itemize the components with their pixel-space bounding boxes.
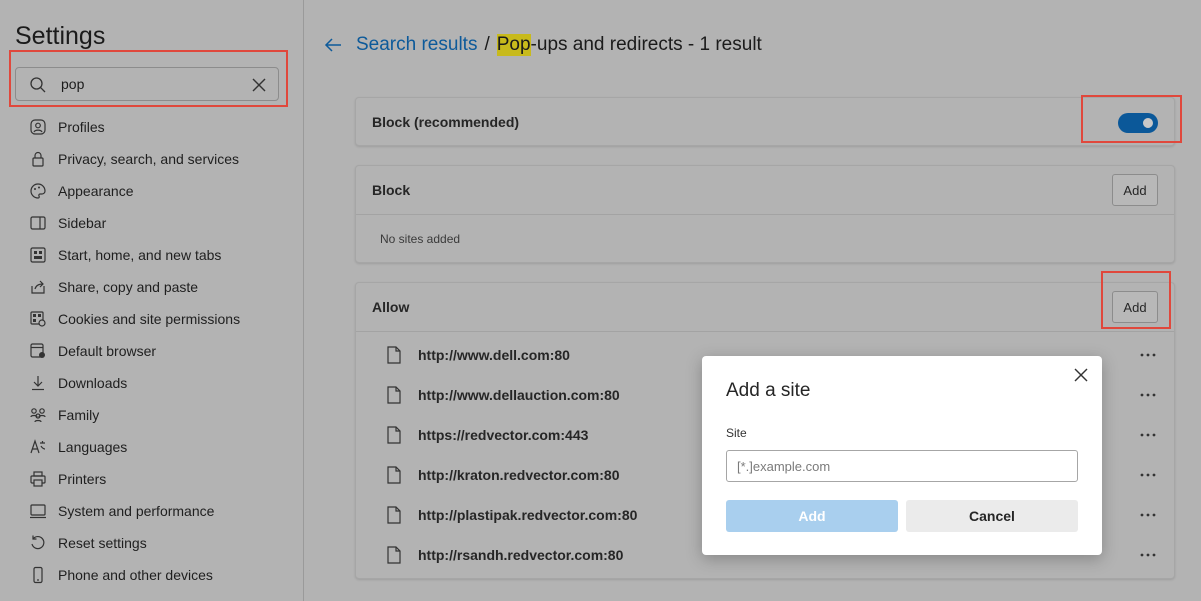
languages-icon	[29, 438, 47, 456]
block-section-title: Block	[372, 182, 411, 198]
sidebar-item-label: Share, copy and paste	[58, 279, 199, 295]
palette-icon	[29, 182, 47, 200]
file-icon	[387, 346, 401, 364]
breadcrumb-separator: /	[484, 34, 490, 55]
more-options-icon[interactable]	[1138, 345, 1158, 365]
share-icon	[29, 278, 47, 296]
sidebar-item-appearance[interactable]: Appearance	[0, 175, 303, 207]
sidebar-item-start-home[interactable]: Start, home, and new tabs	[0, 239, 303, 271]
block-card: Block Add No sites added	[355, 165, 1175, 263]
block-add-button[interactable]: Add	[1112, 174, 1158, 206]
search-highlight: Pop	[496, 34, 531, 56]
file-icon	[387, 546, 401, 564]
sidebar-item-label: Printers	[58, 471, 107, 487]
block-recommended-card: Block (recommended)	[355, 97, 1175, 146]
sidebar-item-label: Family	[58, 407, 100, 423]
sidebar-item-share[interactable]: Share, copy and paste	[0, 271, 303, 303]
file-icon	[387, 426, 401, 444]
sidebar-item-label: Appearance	[58, 183, 134, 199]
lock-icon	[29, 150, 47, 168]
page-title: -ups and redirects - 1 result	[530, 34, 762, 55]
sidebar-item-languages[interactable]: Languages	[0, 431, 303, 463]
block-recommended-label: Block (recommended)	[372, 113, 520, 130]
file-icon	[387, 506, 401, 524]
dialog-cancel-button[interactable]: Cancel	[906, 500, 1078, 532]
add-site-dialog: Add a site Site Add Cancel	[702, 356, 1102, 555]
sidebar-nav: Profiles Privacy, search, and services A…	[0, 111, 303, 591]
sidebar-item-label: Downloads	[58, 375, 128, 391]
sidebar-item-label: Privacy, search, and services	[58, 151, 240, 167]
site-url: http://rsandh.redvector.com:80	[418, 547, 624, 563]
file-icon	[387, 466, 401, 484]
search-results-link[interactable]: Search results	[356, 34, 477, 56]
site-url: http://www.dell.com:80	[418, 347, 570, 363]
sidebar-item-privacy[interactable]: Privacy, search, and services	[0, 143, 303, 175]
sidebar-item-printers[interactable]: Printers	[0, 463, 303, 495]
sidebar-item-label: Default browser	[58, 343, 157, 359]
sidebar-item-cookies[interactable]: Cookies and site permissions	[0, 303, 303, 335]
search-highlight-box	[9, 50, 288, 107]
dialog-title: Add a site	[726, 380, 811, 401]
site-url: https://redvector.com:443	[418, 427, 589, 443]
family-icon	[29, 406, 47, 424]
file-icon	[387, 386, 401, 404]
sidebar-item-label: Reset settings	[58, 535, 147, 551]
allow-section-title: Allow	[372, 299, 410, 315]
site-url: http://kraton.redvector.com:80	[418, 467, 620, 483]
sidebar-item-default-browser[interactable]: Default browser	[0, 335, 303, 367]
site-url: http://www.dellauction.com:80	[418, 387, 620, 403]
more-options-icon[interactable]	[1138, 425, 1158, 445]
system-icon	[29, 502, 47, 520]
profile-icon	[29, 118, 47, 136]
sidebar-item-phone[interactable]: Phone and other devices	[0, 559, 303, 591]
back-arrow-icon[interactable]	[322, 34, 344, 56]
home-tabs-icon	[29, 246, 47, 264]
sidebar-item-family[interactable]: Family	[0, 399, 303, 431]
printer-icon	[29, 470, 47, 488]
sidebar-icon	[29, 214, 47, 232]
more-options-icon[interactable]	[1138, 385, 1158, 405]
dialog-add-button[interactable]: Add	[726, 500, 898, 532]
site-input[interactable]	[726, 450, 1078, 482]
more-options-icon[interactable]	[1138, 465, 1158, 485]
sidebar-item-system[interactable]: System and performance	[0, 495, 303, 527]
more-options-icon[interactable]	[1138, 545, 1158, 565]
sidebar-item-label: Languages	[58, 439, 128, 455]
allow-add-highlight-box	[1101, 271, 1171, 329]
sidebar-item-label: System and performance	[58, 503, 215, 519]
reset-icon	[29, 534, 47, 552]
toggle-highlight-box	[1081, 95, 1182, 143]
site-field-label: Site	[726, 426, 747, 440]
sidebar-item-sidebar[interactable]: Sidebar	[0, 207, 303, 239]
sidebar-item-label: Profiles	[58, 119, 105, 135]
sidebar-item-label: Sidebar	[58, 215, 107, 231]
browser-icon	[29, 342, 47, 360]
sidebar-item-profiles[interactable]: Profiles	[0, 111, 303, 143]
sidebar-item-downloads[interactable]: Downloads	[0, 367, 303, 399]
download-icon	[29, 374, 47, 392]
sidebar-item-label: Phone and other devices	[58, 567, 213, 583]
sidebar-item-label: Cookies and site permissions	[58, 311, 241, 327]
cookies-icon	[29, 310, 47, 328]
more-options-icon[interactable]	[1138, 505, 1158, 525]
settings-title: Settings	[15, 22, 106, 50]
close-icon[interactable]	[1072, 366, 1090, 384]
breadcrumb: Search results / Pop -ups and redirects -…	[322, 30, 762, 60]
block-empty-text: No sites added	[380, 232, 461, 246]
sidebar-item-label: Start, home, and new tabs	[58, 247, 222, 263]
phone-icon	[29, 566, 47, 584]
sidebar-item-reset[interactable]: Reset settings	[0, 527, 303, 559]
site-url: http://plastipak.redvector.com:80	[418, 507, 638, 523]
